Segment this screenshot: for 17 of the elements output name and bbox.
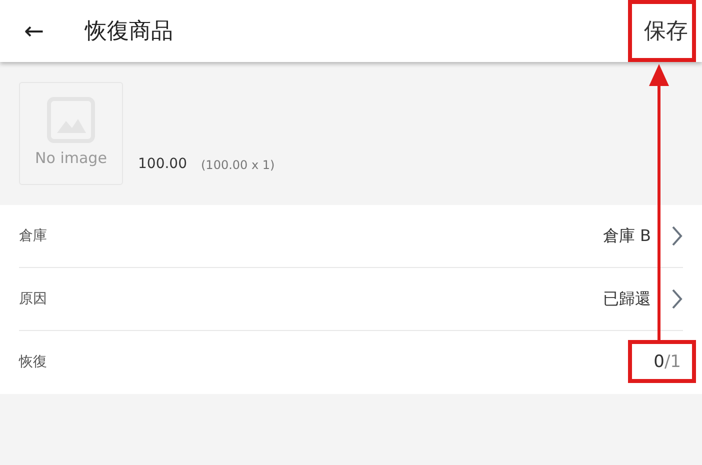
row-value: 已歸還 <box>603 288 651 310</box>
row-label: 恢復 <box>19 353 47 372</box>
row-label: 倉庫 <box>19 226 47 246</box>
price-detail: (100.00 x 1) <box>201 157 275 174</box>
highlight-box <box>628 340 696 383</box>
row-label: 原因 <box>19 290 47 308</box>
save-button[interactable]: 保存 <box>644 14 688 48</box>
quantity-value: 0 <box>654 350 664 374</box>
page-title: 恢復商品 <box>85 18 173 46</box>
product-price: 100.00 <box>138 155 187 174</box>
chevron-right-icon <box>671 225 683 247</box>
back-button[interactable]: ← <box>20 19 48 43</box>
chevron-right-icon <box>671 288 683 310</box>
no-image-label: No image <box>35 148 107 170</box>
highlight-box <box>628 0 696 62</box>
quantity-total: /1 <box>664 350 681 374</box>
row-value: 倉庫 B <box>602 225 651 247</box>
